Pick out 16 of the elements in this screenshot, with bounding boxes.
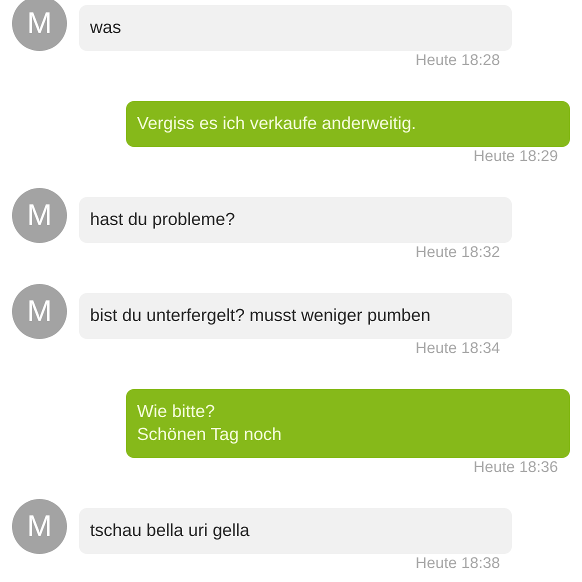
message-time: Heute 18:36 (474, 459, 558, 476)
avatar: M (12, 284, 67, 339)
avatar: M (12, 499, 67, 554)
message-time: Heute 18:38 (416, 555, 500, 572)
avatar: M (12, 0, 67, 51)
message-bubble: hast du probleme? (79, 197, 512, 243)
message-bubble: Vergiss es ich verkaufe anderweitig. (126, 101, 570, 147)
avatar: M (12, 188, 67, 243)
message-bubble: Wie bitte? Schönen Tag noch (126, 389, 570, 458)
message-time: Heute 18:32 (416, 244, 500, 261)
message-bubble: bist du unterfergelt? musst weniger pumben (79, 293, 512, 339)
message-time: Heute 18:29 (474, 148, 558, 165)
message-bubble: tschau bella uri gella (79, 508, 512, 554)
message-bubble: was (79, 5, 512, 51)
message-time: Heute 18:34 (416, 340, 500, 357)
message-time: Heute 18:28 (416, 52, 500, 69)
